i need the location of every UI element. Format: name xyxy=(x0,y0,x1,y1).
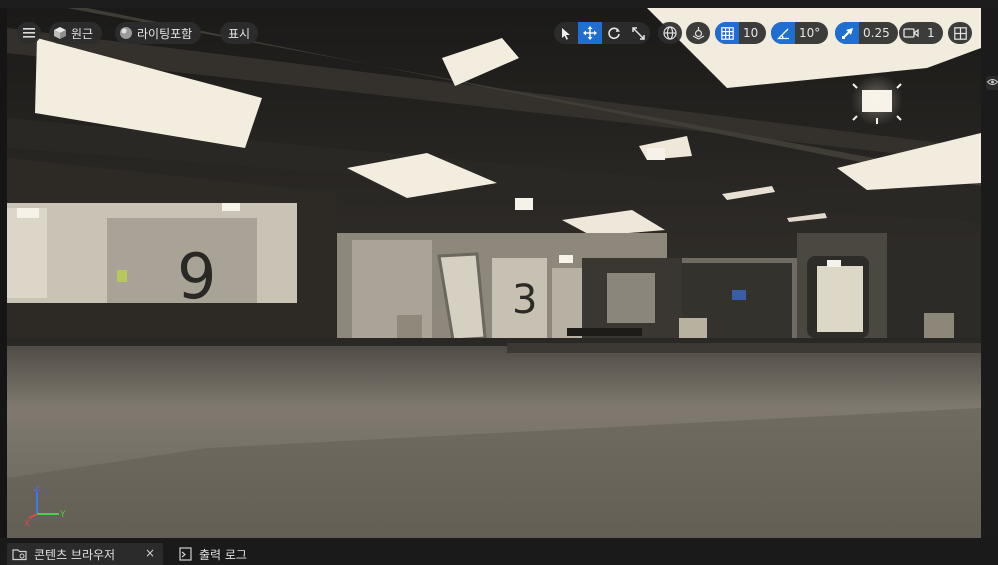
scale-snap-icon xyxy=(841,27,853,39)
grid-snap-control[interactable]: 10 xyxy=(715,22,767,44)
rotation-snap-control[interactable]: 10° xyxy=(771,22,829,44)
perspective-button[interactable]: 원근 xyxy=(49,22,103,44)
translate-mode-button[interactable] xyxy=(578,22,602,44)
camera-icon xyxy=(903,28,919,38)
lit-sphere-icon xyxy=(115,22,137,44)
rotation-snap-toggle[interactable] xyxy=(771,22,795,44)
camera-speed-control[interactable]: 1 xyxy=(899,22,943,44)
move-icon xyxy=(583,26,597,40)
show-flags-label: 표시 xyxy=(228,26,251,41)
camera-speed-toggle[interactable] xyxy=(899,22,923,44)
globe-icon xyxy=(663,26,677,40)
show-flags-button[interactable]: 표시 xyxy=(220,22,259,44)
perspective-label: 원근 xyxy=(71,26,94,41)
scene-render: 9 3 xyxy=(7,8,981,538)
scale-mode-button[interactable] xyxy=(626,22,650,44)
rotation-snap-value[interactable]: 10° xyxy=(795,26,828,40)
output-log-icon xyxy=(176,547,194,561)
tab-output-log-label: 출력 로그 xyxy=(199,547,247,562)
camera-speed-value[interactable]: 1 xyxy=(923,26,943,40)
grid-snap-toggle[interactable] xyxy=(715,22,739,44)
grid-icon xyxy=(720,26,734,40)
viewport-menu-button[interactable] xyxy=(17,22,41,44)
axis-y-label: Y xyxy=(59,510,66,520)
eye-icon[interactable] xyxy=(986,76,998,90)
viewport-layout-button[interactable] xyxy=(948,22,972,44)
close-icon[interactable]: × xyxy=(145,546,155,560)
rotate-mode-button[interactable] xyxy=(602,22,626,44)
top-strip xyxy=(0,0,998,8)
angle-icon xyxy=(776,28,789,39)
axis-x-label: X xyxy=(25,519,30,526)
level-viewport[interactable]: 9 3 원근 라이팅포함 표시 10 10° 0.25 1 Z Y X xyxy=(7,8,981,538)
coordinate-system-button[interactable] xyxy=(658,22,682,44)
svg-text:3: 3 xyxy=(512,277,537,323)
tab-output-log[interactable]: 출력 로그 xyxy=(172,543,247,565)
hamburger-icon xyxy=(23,28,35,38)
axis-z-label: Z xyxy=(34,486,40,494)
scale-snap-control[interactable]: 0.25 xyxy=(835,22,898,44)
select-arrow-icon xyxy=(562,27,570,40)
transform-tools-group xyxy=(554,22,650,44)
folder-icon xyxy=(11,548,29,561)
surface-snap-button[interactable] xyxy=(686,22,710,44)
layout-grid-icon xyxy=(953,26,967,40)
axis-x-line xyxy=(28,513,38,519)
scale-icon xyxy=(631,26,645,40)
tab-content-browser[interactable]: 콘텐츠 브라우저 × xyxy=(7,543,163,565)
cube-icon xyxy=(49,22,71,44)
rotate-icon xyxy=(608,27,620,40)
axis-gizmo: Z Y X xyxy=(25,486,66,526)
scale-snap-toggle[interactable] xyxy=(835,22,859,44)
scale-snap-value[interactable]: 0.25 xyxy=(859,26,898,40)
surface-snap-icon xyxy=(692,26,704,40)
grid-snap-value[interactable]: 10 xyxy=(739,26,766,40)
view-mode-label: 라이팅포함 xyxy=(137,26,193,41)
select-mode-button[interactable] xyxy=(554,22,578,44)
view-mode-button[interactable]: 라이팅포함 xyxy=(115,22,202,44)
svg-text:9: 9 xyxy=(177,240,216,313)
tab-content-browser-label: 콘텐츠 브라우저 xyxy=(34,547,116,562)
